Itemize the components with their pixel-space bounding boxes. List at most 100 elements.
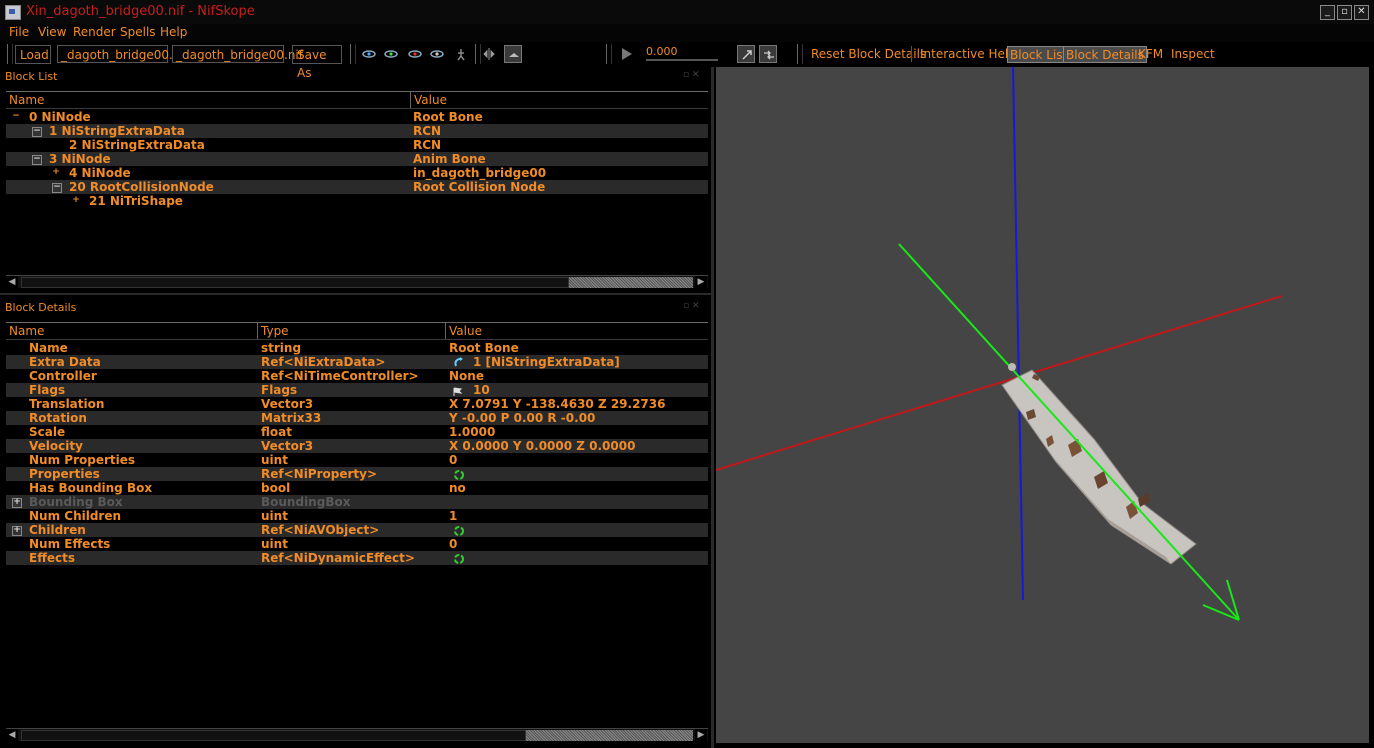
toolbar-grip[interactable]: [350, 44, 356, 64]
detail-value[interactable]: 1 [NiStringExtraData]: [473, 355, 620, 369]
detail-row[interactable]: Rotation Matrix33 Y -0.00 P 0.00 R -0.00: [6, 411, 708, 425]
detail-value[interactable]: 0: [449, 453, 457, 467]
loop-button[interactable]: [737, 45, 755, 63]
collapse-icon[interactable]: −: [52, 183, 62, 193]
scroll-left-icon[interactable]: ◀: [6, 276, 18, 288]
detail-row[interactable]: Name string Root Bone: [6, 341, 708, 355]
perspective-toggle[interactable]: [504, 45, 522, 63]
detail-row[interactable]: Translation Vector3 X 7.0791 Y -138.4630…: [6, 397, 708, 411]
minimize-icon[interactable]: _: [1320, 5, 1335, 20]
column-header-type[interactable]: Type: [258, 323, 446, 339]
menu-view[interactable]: View: [38, 25, 66, 39]
toolbar-grip[interactable]: [797, 44, 803, 64]
detail-value[interactable]: None: [449, 369, 484, 383]
column-header-value[interactable]: Value: [411, 92, 708, 108]
collapse-icon[interactable]: −: [12, 112, 20, 121]
scroll-track[interactable]: [21, 730, 526, 741]
maximize-icon[interactable]: ▫: [1337, 5, 1352, 20]
inspect-button[interactable]: Inspect: [1171, 45, 1215, 64]
viewport-splitter[interactable]: [711, 67, 714, 748]
refresh-link-icon[interactable]: [453, 552, 465, 566]
dock-buttons-icon[interactable]: ▫ ✕: [683, 70, 705, 80]
reset-block-details-button[interactable]: Reset Block Details: [811, 45, 926, 64]
detail-value[interactable]: Root Bone: [449, 341, 519, 355]
block-list-toggle[interactable]: Block List: [1007, 46, 1071, 63]
scroll-thumb[interactable]: [526, 730, 693, 741]
detail-value[interactable]: 1: [449, 509, 457, 523]
detail-row[interactable]: Scale float 1.0000: [6, 425, 708, 439]
load-path-field[interactable]: _dagoth_bridge00.nif: [57, 45, 188, 63]
tree-row[interactable]: − 3 NiNode Anim Bone: [6, 152, 708, 166]
expand-icon[interactable]: +: [12, 498, 22, 508]
detail-row[interactable]: Flags Flags 10: [6, 383, 708, 397]
tree-row[interactable]: + 21 NiTriShape: [6, 194, 708, 208]
toolbar-grip[interactable]: [606, 44, 612, 64]
detail-value[interactable]: X 7.0791 Y -138.4630 Z 29.2736: [449, 397, 665, 411]
toolbar-grip[interactable]: [7, 44, 13, 64]
time-slider[interactable]: [646, 59, 718, 61]
collapse-icon[interactable]: −: [32, 127, 42, 137]
panel-splitter[interactable]: [0, 293, 711, 295]
collapse-icon[interactable]: −: [32, 155, 42, 165]
load-button[interactable]: Load: [15, 45, 51, 64]
column-header-name[interactable]: Name: [6, 323, 258, 339]
close-icon[interactable]: ✕: [1354, 5, 1369, 20]
save-path-field[interactable]: _dagoth_bridge00.nif: [172, 45, 303, 63]
column-header-value[interactable]: Value: [446, 323, 708, 339]
walk-icon[interactable]: [454, 47, 468, 61]
detail-value[interactable]: 0: [449, 537, 457, 551]
save-as-button[interactable]: Save As: [292, 45, 342, 80]
detail-row[interactable]: Velocity Vector3 X 0.0000 Y 0.0000 Z 0.0…: [6, 439, 708, 453]
scroll-right-icon[interactable]: ▶: [695, 276, 707, 288]
kfm-button[interactable]: KFM: [1138, 45, 1163, 64]
expand-icon[interactable]: +: [52, 168, 60, 177]
detail-row[interactable]: + Bounding Box BoundingBox: [6, 495, 708, 509]
block-details-toggle[interactable]: Block Details: [1063, 46, 1147, 63]
detail-value[interactable]: no: [449, 481, 466, 495]
tree-row[interactable]: + 4 NiNode in_dagoth_bridge00: [6, 166, 708, 180]
scroll-track[interactable]: [21, 277, 569, 288]
detail-row[interactable]: + Children Ref<NiAVObject>: [6, 523, 708, 537]
view-top-icon[interactable]: [362, 47, 376, 61]
link-icon[interactable]: [453, 356, 465, 370]
tree-row[interactable]: − 0 NiNode Root Bone: [6, 110, 708, 124]
scroll-thumb[interactable]: [569, 277, 693, 288]
tree-row[interactable]: 2 NiStringExtraData RCN: [6, 138, 708, 152]
detail-row[interactable]: Effects Ref<NiDynamicEffect>: [6, 551, 708, 565]
detail-row[interactable]: Controller Ref<NiTimeController> None: [6, 369, 708, 383]
detail-value[interactable]: X 0.0000 Y 0.0000 Z 0.0000: [449, 439, 635, 453]
view-user-icon[interactable]: [430, 47, 444, 61]
menu-help[interactable]: Help: [160, 25, 187, 39]
block-list-hscrollbar[interactable]: ◀ ▶: [6, 275, 708, 288]
detail-row[interactable]: Num Properties uint 0: [6, 453, 708, 467]
block-details-hscrollbar[interactable]: ◀ ▶: [6, 728, 708, 741]
view-side-icon[interactable]: [408, 47, 422, 61]
refresh-link-icon[interactable]: [453, 468, 465, 482]
detail-row[interactable]: Properties Ref<NiProperty>: [6, 467, 708, 481]
menu-spells[interactable]: Spells: [120, 25, 156, 39]
switch-button[interactable]: [759, 45, 777, 63]
detail-value[interactable]: 1.0000: [449, 425, 495, 439]
detail-value[interactable]: 10: [473, 383, 490, 397]
render-viewport[interactable]: [716, 67, 1369, 743]
play-icon[interactable]: [618, 46, 634, 62]
detail-row[interactable]: Num Children uint 1: [6, 509, 708, 523]
menu-file[interactable]: File: [9, 25, 29, 39]
detail-row[interactable]: Num Effects uint 0: [6, 537, 708, 551]
view-front-icon[interactable]: [384, 47, 398, 61]
scroll-left-icon[interactable]: ◀: [6, 729, 18, 741]
dock-buttons-icon[interactable]: ▫ ✕: [683, 301, 705, 311]
detail-value[interactable]: Y -0.00 P 0.00 R -0.00: [449, 411, 595, 425]
flip-icon[interactable]: [482, 47, 496, 61]
expand-icon[interactable]: +: [12, 526, 22, 536]
refresh-link-icon[interactable]: [453, 524, 465, 538]
detail-row[interactable]: Has Bounding Box bool no: [6, 481, 708, 495]
tree-row[interactable]: − 20 RootCollisionNode Root Collision No…: [6, 180, 708, 194]
menu-render[interactable]: Render: [73, 25, 116, 39]
detail-row[interactable]: Extra Data Ref<NiExtraData> 1 [NiStringE…: [6, 355, 708, 369]
tree-row[interactable]: − 1 NiStringExtraData RCN: [6, 124, 708, 138]
scroll-right-icon[interactable]: ▶: [695, 729, 707, 741]
expand-icon[interactable]: +: [72, 196, 80, 205]
column-header-name[interactable]: Name: [6, 92, 411, 108]
interactive-help-button[interactable]: Interactive Help: [920, 45, 1016, 64]
